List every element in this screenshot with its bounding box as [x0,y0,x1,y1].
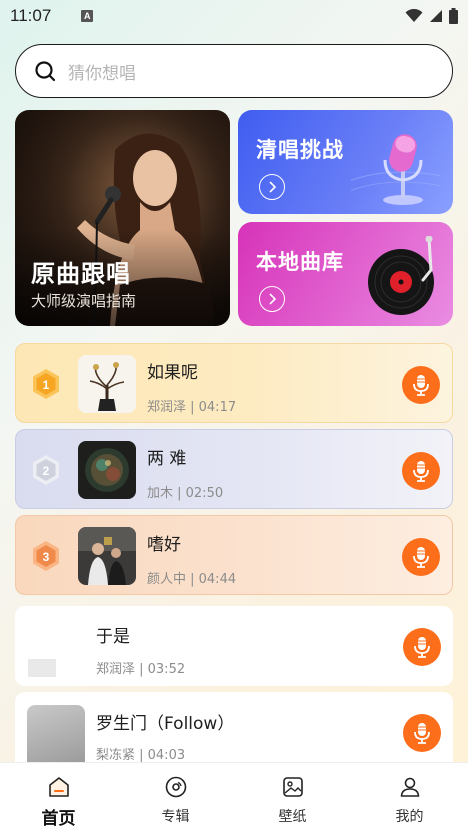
song-title: 两 难 [147,449,187,469]
microphone-illustration [351,134,441,205]
song-meta: 郑润泽 | 03:52 [96,662,186,677]
list-item[interactable]: 2 两 难 加木 | 02:50 [15,429,453,509]
hero-title: 原曲跟唱 [31,260,131,288]
local-library-card[interactable]: 本地曲库 [238,222,453,326]
nav-wallpaper-label: 壁纸 [278,809,307,825]
rank-number: 1 [43,378,50,392]
sing-button[interactable] [402,366,440,404]
chevron-right-icon[interactable] [259,286,285,312]
sing-button[interactable] [403,628,441,666]
song-title: 嗜好 [147,535,181,555]
song-title: 如果呢 [147,363,198,383]
song-meta: 加木 | 02:50 [147,486,224,501]
microphone-icon [414,637,430,658]
bronze-medal-icon: 3 [33,541,59,571]
notification-icon: A [81,10,94,22]
album-cover [78,527,136,585]
challenge-title: 清唱挑战 [256,138,344,162]
nav-profile[interactable]: 我的 [351,763,468,832]
sing-button[interactable] [403,714,441,752]
nav-wallpaper[interactable]: 壁纸 [234,763,351,832]
wallpaper-icon [282,777,303,797]
library-title: 本地曲库 [256,250,344,274]
chevron-right-icon[interactable] [259,174,285,200]
battery-icon [449,8,458,24]
search-bar[interactable]: 猜你想唱 [15,44,453,98]
hero-subtitle: 大师级演唱指南 [31,292,137,310]
status-bar: 11:07 A [0,0,468,32]
nav-home-label: 首页 [41,809,76,829]
status-time: 11:07 [10,6,52,25]
album-icon [165,776,186,798]
wifi-icon [405,9,423,22]
profile-icon [400,777,419,797]
song-title: 罗生门（Follow） [96,714,235,734]
rank-number: 2 [43,464,50,478]
microphone-icon [413,461,429,482]
list-item[interactable]: 3 嗜好 颜人中 | 04:44 [15,515,453,595]
search-input[interactable]: 猜你想唱 [68,59,136,84]
vinyl-record-illustration [368,236,434,315]
home-icon [48,777,69,797]
gold-medal-icon: 1 [33,369,59,399]
microphone-icon [413,375,429,396]
sing-button[interactable] [402,538,440,576]
nav-album-label: 专辑 [161,809,190,825]
microphone-icon [413,547,429,568]
search-icon [35,61,56,82]
list-item[interactable]: 1 如果呢 郑润泽 | 04:17 [15,343,453,423]
bottom-nav: 首页 专辑 壁纸 我的 [0,762,468,832]
song-meta: 梨冻紧 | 04:03 [96,748,186,763]
nav-profile-label: 我的 [395,809,424,825]
silver-medal-icon: 2 [33,455,59,485]
sing-button[interactable] [402,452,440,490]
song-meta: 颜人中 | 04:44 [147,572,237,587]
acapella-challenge-card[interactable]: 清唱挑战 [238,110,453,214]
original-singalong-card[interactable]: 原曲跟唱 大师级演唱指南 [15,110,230,326]
album-cover [28,659,56,677]
list-item[interactable]: 于是 郑润泽 | 03:52 [15,606,453,686]
song-title: 于是 [96,627,130,647]
status-indicators [405,8,458,24]
rank-number: 3 [43,550,50,564]
album-cover [78,441,136,499]
nav-album[interactable]: 专辑 [117,763,234,832]
signal-icon [430,10,442,22]
microphone-icon [414,723,430,744]
list-item[interactable]: 罗生门（Follow） 梨冻紧 | 04:03 [15,692,453,763]
nav-home[interactable]: 首页 [0,763,117,832]
album-cover [78,355,136,413]
song-meta: 郑润泽 | 04:17 [147,400,237,415]
album-cover [27,705,85,762]
